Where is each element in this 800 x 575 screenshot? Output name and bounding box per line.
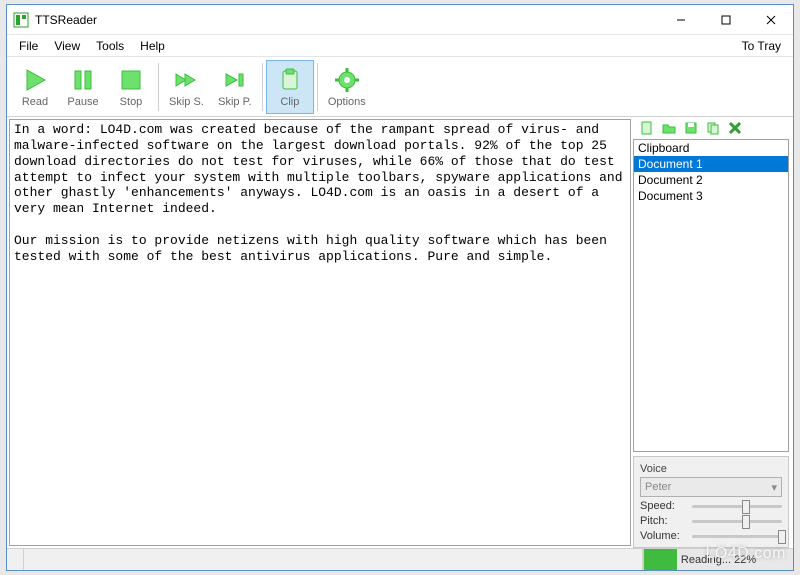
skip-s-label: Skip S.	[169, 96, 204, 108]
delete-doc-icon[interactable]	[727, 120, 743, 136]
volume-thumb[interactable]	[778, 530, 786, 544]
speed-label: Speed:	[640, 500, 692, 512]
toolbar-separator	[158, 63, 159, 111]
play-icon	[21, 66, 49, 94]
chevron-down-icon: ▾	[771, 481, 777, 494]
window-title: TTSReader	[35, 13, 97, 27]
copy-doc-icon[interactable]	[705, 120, 721, 136]
statusbar: Reading... 22%	[7, 548, 793, 570]
volume-label: Volume:	[640, 530, 692, 542]
skip-p-label: Skip P.	[218, 96, 251, 108]
voice-selected: Peter	[645, 481, 671, 493]
document-toolbar	[633, 119, 789, 139]
app-window: TTSReader File View Tools Help To Tray R…	[6, 4, 794, 571]
options-button[interactable]: Options	[321, 60, 373, 114]
skip-paragraph-button[interactable]: Skip P.	[211, 60, 259, 114]
menu-tools[interactable]: Tools	[88, 37, 132, 55]
open-doc-icon[interactable]	[661, 120, 677, 136]
read-label: Read	[22, 96, 48, 108]
pause-icon	[69, 66, 97, 94]
pitch-slider[interactable]	[692, 520, 782, 523]
menu-file[interactable]: File	[11, 37, 46, 55]
speed-thumb[interactable]	[742, 500, 750, 514]
options-label: Options	[328, 96, 366, 108]
close-button[interactable]	[748, 5, 793, 34]
app-icon	[13, 12, 29, 28]
speed-slider[interactable]	[692, 505, 782, 508]
list-item[interactable]: Clipboard	[634, 140, 788, 156]
skip-sentence-button[interactable]: Skip S.	[162, 60, 211, 114]
stop-label: Stop	[120, 96, 143, 108]
status-cell	[7, 549, 24, 570]
status-spacer	[24, 549, 643, 570]
pitch-label: Pitch:	[640, 515, 692, 527]
titlebar: TTSReader	[7, 5, 793, 35]
voice-panel: Voice Peter ▾ Speed: Pitch:	[633, 456, 789, 548]
text-editor[interactable]: In a word: LO4D.com was created because …	[9, 119, 631, 546]
skip-next-icon	[221, 66, 249, 94]
gear-icon	[333, 66, 361, 94]
read-button[interactable]: Read	[11, 60, 59, 114]
progress-label: Reading... 22%	[644, 549, 793, 570]
list-item[interactable]: Document 1	[634, 156, 788, 172]
voice-select[interactable]: Peter ▾	[640, 477, 782, 497]
stop-button[interactable]: Stop	[107, 60, 155, 114]
pause-label: Pause	[67, 96, 98, 108]
progress-bar: Reading... 22%	[643, 549, 793, 570]
volume-slider[interactable]	[692, 535, 782, 538]
minimize-button[interactable]	[658, 5, 703, 34]
menu-view[interactable]: View	[46, 37, 88, 55]
menu-to-tray[interactable]: To Tray	[734, 37, 789, 55]
document-list[interactable]: ClipboardDocument 1Document 2Document 3	[633, 139, 789, 452]
main-area: In a word: LO4D.com was created because …	[7, 117, 793, 548]
clip-label: Clip	[280, 96, 299, 108]
list-item[interactable]: Document 2	[634, 172, 788, 188]
window-controls	[658, 5, 793, 34]
clip-button[interactable]: Clip	[266, 60, 314, 114]
toolbar: Read Pause Stop Skip S. Skip P.	[7, 57, 793, 117]
skip-forward-icon	[172, 66, 200, 94]
toolbar-separator	[317, 63, 318, 111]
clipboard-icon	[276, 66, 304, 94]
voice-section-label: Voice	[640, 463, 782, 475]
toolbar-separator	[262, 63, 263, 111]
menu-help[interactable]: Help	[132, 37, 173, 55]
save-doc-icon[interactable]	[683, 120, 699, 136]
menubar: File View Tools Help To Tray	[7, 35, 793, 57]
stop-icon	[117, 66, 145, 94]
pitch-thumb[interactable]	[742, 515, 750, 529]
list-item[interactable]: Document 3	[634, 188, 788, 204]
new-doc-icon[interactable]	[639, 120, 655, 136]
sidebar: ClipboardDocument 1Document 2Document 3 …	[633, 117, 793, 548]
pause-button[interactable]: Pause	[59, 60, 107, 114]
maximize-button[interactable]	[703, 5, 748, 34]
